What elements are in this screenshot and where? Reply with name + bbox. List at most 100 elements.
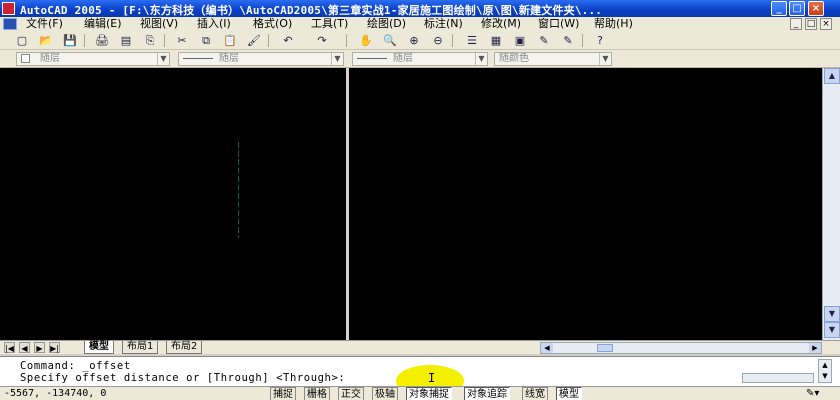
chevron-down-icon[interactable]: ▼ xyxy=(599,53,611,65)
chevron-down-icon[interactable]: ▼ xyxy=(157,53,169,65)
linetype-value: 随层 xyxy=(219,53,239,64)
chevron-down-icon[interactable]: ▼ xyxy=(331,53,343,65)
viewport-divider[interactable] xyxy=(346,68,349,340)
menu-edit[interactable]: 编辑(E) xyxy=(84,17,122,31)
linetype-control-combo[interactable]: 随层 ▼ xyxy=(178,52,344,66)
menu-dimension[interactable]: 标注(N) xyxy=(424,17,463,31)
save-icon[interactable]: 💾 xyxy=(62,33,78,48)
doc-restore-button[interactable]: □ xyxy=(805,18,817,30)
menu-view[interactable]: 视图(V) xyxy=(140,17,178,31)
plot-preview-icon[interactable]: ▤ xyxy=(118,33,134,48)
layer-value: 随层 xyxy=(40,53,60,64)
toggle-ortho[interactable]: 正交 xyxy=(338,387,364,400)
properties-toolbar: 随层 ▼ 随层 ▼ 随层 ▼ 随颜色 ▼ xyxy=(0,50,840,68)
toolbar-separator xyxy=(164,34,165,47)
redo-icon[interactable]: ↷ xyxy=(314,33,330,48)
color-swatch-icon xyxy=(21,53,30,63)
title-bar: AutoCAD 2005 - [F:\东方科技（编书）\AutoCAD2005\… xyxy=(0,0,840,17)
maximize-button[interactable]: □ xyxy=(789,1,805,16)
lineweight-control-combo[interactable]: 随层 ▼ xyxy=(352,52,488,66)
design-center-icon[interactable]: ▦ xyxy=(488,33,504,48)
coordinate-readout[interactable]: -5567, -134740, 0 xyxy=(4,387,106,400)
command-vertical-scrollbar[interactable]: ▲ ▼ xyxy=(818,359,832,383)
toggle-otrack[interactable]: 对象追踪 xyxy=(464,387,510,400)
horizontal-scroll-thumb[interactable] xyxy=(597,344,613,352)
zoom-realtime-icon[interactable]: 🔍 xyxy=(382,33,398,48)
zoom-window-icon[interactable]: ⊕ xyxy=(406,33,422,48)
scroll-right-arrow-icon[interactable]: ▶ xyxy=(809,343,821,353)
toggle-snap[interactable]: 捕捉 xyxy=(270,387,296,400)
lineweight-value: 随层 xyxy=(393,53,413,64)
scroll-up-arrow-icon[interactable]: ▲ xyxy=(824,68,840,84)
linetype-sample xyxy=(183,57,213,59)
status-bar: -5567, -134740, 0 捕捉 栅格 正交 极轴 对象捕捉 对象追踪 … xyxy=(0,386,840,400)
first-tab-button[interactable]: |◀ xyxy=(4,342,15,353)
next-tab-button[interactable]: ▶ xyxy=(34,342,45,353)
close-button[interactable]: × xyxy=(808,1,824,16)
undo-icon[interactable]: ↶ xyxy=(280,33,296,48)
menu-draw[interactable]: 绘图(D) xyxy=(367,17,406,31)
toggle-lineweight[interactable]: 线宽 xyxy=(522,387,548,400)
scroll-down-arrow-icon[interactable]: ▼ xyxy=(824,322,840,338)
last-tab-button[interactable]: ▶| xyxy=(49,342,60,353)
toggle-model-space[interactable]: 模型 xyxy=(556,387,582,400)
zoom-previous-icon[interactable]: ⊖ xyxy=(430,33,446,48)
tool-palettes-icon[interactable]: ▣ xyxy=(512,33,528,48)
text-cursor-icon: I xyxy=(428,371,436,385)
center-line xyxy=(238,142,239,238)
command-prompt-line[interactable]: Specify offset distance or [Through] <Th… xyxy=(20,372,345,384)
tab-layout2[interactable]: 布局2 xyxy=(166,341,203,354)
open-icon[interactable]: 📂 xyxy=(38,33,54,48)
toolbar-separator xyxy=(452,34,453,47)
sheet-set-icon[interactable]: ✎ xyxy=(536,33,552,48)
standard-toolbar: ▢ 📂 💾 🖨 ▤ ⎘ ✂ ⧉ 📋 🖌 ↶ ↷ ✋ 🔍 ⊕ ⊖ ☰ ▦ ▣ ✎ … xyxy=(0,31,840,50)
drawing-canvas[interactable] xyxy=(0,68,822,340)
tab-model[interactable]: 模型 xyxy=(84,341,114,354)
communication-center-icon[interactable]: ✎▾ xyxy=(806,387,819,400)
autocad-app-icon[interactable] xyxy=(2,2,15,15)
menu-modify[interactable]: 修改(M) xyxy=(481,17,521,31)
toolbar-separator xyxy=(84,34,85,47)
menu-window[interactable]: 窗口(W) xyxy=(538,17,579,31)
copy-icon[interactable]: ⧉ xyxy=(198,33,214,48)
toolbar-separator xyxy=(582,34,583,47)
command-horizontal-scrollbar[interactable] xyxy=(742,373,814,383)
layout-tab-bar: |◀ ◀ ▶ ▶| 模型 布局1 布局2 ◀ ▶ xyxy=(0,340,840,354)
command-window[interactable]: Command: _offset Specify offset distance… xyxy=(0,356,840,397)
cut-icon[interactable]: ✂ xyxy=(174,33,190,48)
toolbar-separator xyxy=(268,34,269,47)
doc-minimize-button[interactable]: _ xyxy=(790,18,802,30)
command-history-line: Command: _offset xyxy=(20,360,131,372)
pan-icon[interactable]: ✋ xyxy=(358,33,374,48)
paste-icon[interactable]: 📋 xyxy=(222,33,238,48)
menu-tools[interactable]: 工具(T) xyxy=(311,17,348,31)
doc-close-button[interactable]: × xyxy=(820,18,832,30)
new-icon[interactable]: ▢ xyxy=(14,33,30,48)
plotstyle-control-combo[interactable]: 随颜色 ▼ xyxy=(494,52,612,66)
toggle-osnap[interactable]: 对象捕捉 xyxy=(406,387,452,400)
layer-control-combo[interactable]: 随层 ▼ xyxy=(16,52,170,66)
toggle-polar[interactable]: 极轴 xyxy=(372,387,398,400)
scroll-down-arrow-icon[interactable]: ▼ xyxy=(824,306,840,322)
minimize-button[interactable]: _ xyxy=(771,1,787,16)
properties-icon[interactable]: ☰ xyxy=(464,33,480,48)
menu-help[interactable]: 帮助(H) xyxy=(594,17,633,31)
tab-layout1[interactable]: 布局1 xyxy=(122,341,159,354)
menu-format[interactable]: 格式(O) xyxy=(253,17,292,31)
print-icon[interactable]: 🖨 xyxy=(94,33,110,48)
markup-icon[interactable]: ✎ xyxy=(560,33,576,48)
plotstyle-value: 随颜色 xyxy=(499,53,529,64)
vertical-scrollbar[interactable]: ▲ ▼ ▼ xyxy=(822,68,840,340)
prev-tab-button[interactable]: ◀ xyxy=(19,342,30,353)
document-icon[interactable] xyxy=(3,18,17,30)
menu-insert[interactable]: 插入(I) xyxy=(197,17,231,31)
horizontal-scrollbar[interactable]: ◀ ▶ xyxy=(540,342,822,354)
match-properties-icon[interactable]: 🖌 xyxy=(246,33,262,48)
toggle-grid[interactable]: 栅格 xyxy=(304,387,330,400)
scroll-left-arrow-icon[interactable]: ◀ xyxy=(541,343,553,353)
lineweight-sample xyxy=(357,57,387,59)
chevron-down-icon[interactable]: ▼ xyxy=(475,53,487,65)
publish-icon[interactable]: ⎘ xyxy=(142,33,158,48)
help-icon[interactable]: ? xyxy=(592,33,608,48)
menu-file[interactable]: 文件(F) xyxy=(26,17,63,31)
